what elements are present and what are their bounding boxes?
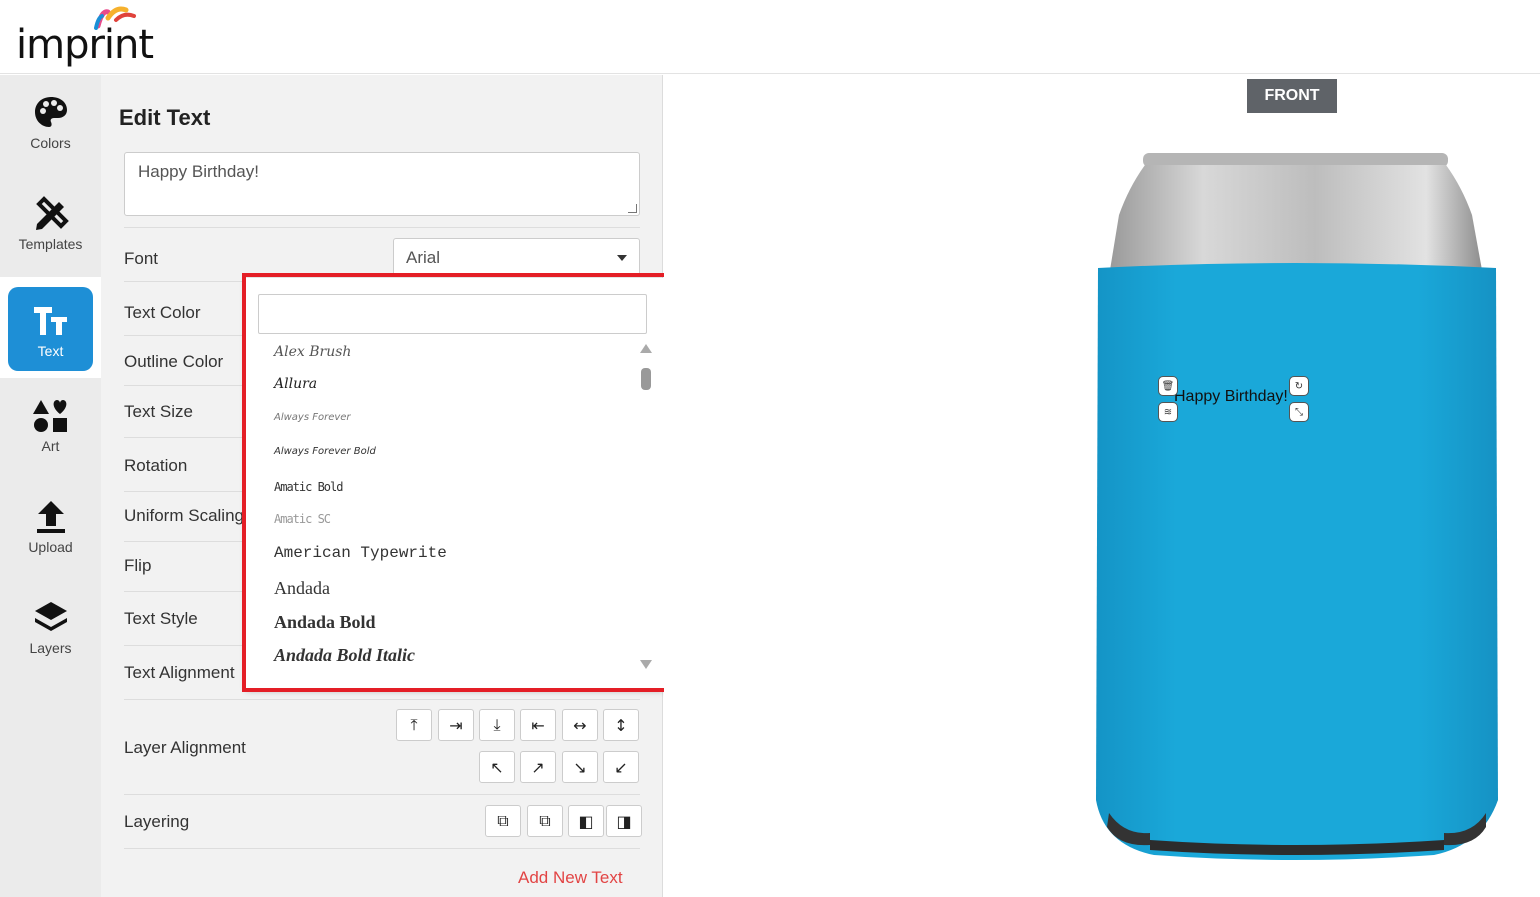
nav-art[interactable]: Art xyxy=(0,378,101,474)
layering-label: Layering xyxy=(124,812,190,831)
arrow-up-left-icon: ↖ xyxy=(490,757,504,777)
text-icon xyxy=(33,307,67,335)
layers-handle-icon[interactable]: ≋ xyxy=(1158,402,1178,422)
divider xyxy=(124,848,640,849)
text-alignment-label: Text Alignment xyxy=(124,663,235,682)
align-top-left-button[interactable]: ↖ xyxy=(479,751,515,783)
pencil-ruler-icon xyxy=(35,196,69,230)
nav-label: Art xyxy=(41,438,60,454)
resize-icon[interactable]: ⤡ xyxy=(1289,402,1309,422)
font-select-value: Arial xyxy=(406,248,441,267)
koozie-product-image xyxy=(1096,153,1498,860)
align-top-button[interactable]: ⤒ xyxy=(396,709,432,741)
layers-icon xyxy=(34,602,67,631)
palette-icon xyxy=(34,97,67,127)
scroll-up-arrow-icon[interactable] xyxy=(640,344,652,353)
nav-label: Text xyxy=(37,343,64,359)
align-left-icon: ⇤ xyxy=(531,715,545,735)
font-options-list: Alex Brush Allura Always Forever Always … xyxy=(258,340,638,682)
align-right-icon: ⇥ xyxy=(449,715,463,735)
shapes-icon xyxy=(32,400,67,432)
nav-upload[interactable]: Upload xyxy=(0,479,101,575)
font-option-alex-brush[interactable]: Alex Brush xyxy=(274,344,351,360)
align-left-button[interactable]: ⇤ xyxy=(520,709,556,741)
flip-label: Flip xyxy=(124,556,152,575)
align-top-icon: ⤒ xyxy=(410,715,418,734)
align-right-button[interactable]: ⇥ xyxy=(438,709,474,741)
send-back-icon: ◨ xyxy=(616,811,632,831)
design-canvas: FRONT Happy Birthday! 🗑 ≋ ↻ ⤡ xyxy=(664,75,1540,897)
resize-grip-icon[interactable] xyxy=(628,204,637,213)
tool-sidebar: Colors Templates Text Art Upload Layers xyxy=(0,75,101,897)
align-top-right-button[interactable]: ↗ xyxy=(520,751,556,783)
align-bottom-left-button[interactable]: ↙ xyxy=(603,751,639,783)
chevron-down-icon xyxy=(617,255,627,261)
upload-icon xyxy=(36,501,65,533)
font-option-american-typewrite[interactable]: American Typewrite xyxy=(274,544,447,562)
outline-color-label: Outline Color xyxy=(124,352,224,371)
arrows-horizontal-icon: ↔ xyxy=(573,715,587,735)
delete-icon[interactable]: 🗑 xyxy=(1158,376,1178,396)
send-backward-button[interactable]: ◧ xyxy=(568,805,604,837)
design-text-object[interactable]: Happy Birthday! xyxy=(1174,388,1288,406)
scrollbar-thumb[interactable] xyxy=(641,368,651,390)
nav-label: Upload xyxy=(28,539,73,555)
align-bottom-right-button[interactable]: ↘ xyxy=(562,751,598,783)
send-backward-icon: ◧ xyxy=(578,811,594,831)
layer-alignment-label: Layer Alignment xyxy=(124,738,246,757)
header: imprint xyxy=(0,0,1540,74)
bring-forward-icon: ⧉ xyxy=(539,811,551,830)
font-select[interactable]: Arial xyxy=(393,238,640,276)
scroll-down-arrow-icon[interactable] xyxy=(640,660,652,669)
nav-templates[interactable]: Templates xyxy=(0,176,101,272)
rotate-icon[interactable]: ↻ xyxy=(1289,376,1309,396)
logo-swoosh-icon xyxy=(94,6,136,30)
uniform-scaling-label: Uniform Scaling xyxy=(124,506,244,525)
center-vertical-button[interactable]: ↕ xyxy=(603,709,639,741)
add-new-text-link[interactable]: Add New Text xyxy=(518,868,623,888)
bring-to-front-button[interactable]: ⧉ xyxy=(485,805,521,837)
nav-label: Colors xyxy=(30,135,71,151)
imprint-logo[interactable]: imprint xyxy=(16,4,156,70)
font-option-amatic-sc[interactable]: Amatic SC xyxy=(274,512,331,526)
font-option-andada[interactable]: Andada xyxy=(274,578,330,599)
bring-front-icon: ⧉ xyxy=(497,811,509,830)
nav-text[interactable]: Text xyxy=(0,277,101,378)
send-to-back-button[interactable]: ◨ xyxy=(606,805,642,837)
font-search-input[interactable] xyxy=(258,294,647,334)
font-option-amatic-bold[interactable]: Amatic Bold xyxy=(274,480,343,494)
text-style-label: Text Style xyxy=(124,609,198,628)
rotation-label: Rotation xyxy=(124,456,188,475)
nav-layers[interactable]: Layers xyxy=(0,580,101,676)
text-size-label: Text Size xyxy=(124,402,193,421)
font-option-andada-bold[interactable]: Andada Bold xyxy=(274,612,376,633)
text-input-value: Happy Birthday! xyxy=(138,162,259,181)
font-dropdown: Alex Brush Allura Always Forever Always … xyxy=(246,278,664,689)
nav-label: Layers xyxy=(29,640,72,656)
text-input[interactable]: Happy Birthday! xyxy=(124,152,640,216)
arrow-up-right-icon: ↗ xyxy=(531,757,545,777)
font-option-allura[interactable]: Allura xyxy=(274,376,317,392)
arrows-vertical-icon: ↕ xyxy=(614,715,628,735)
nav-colors[interactable]: Colors xyxy=(0,75,101,171)
font-label: Font xyxy=(124,249,159,268)
arrow-down-left-icon: ↙ xyxy=(614,757,628,777)
panel-title: Edit Text xyxy=(119,105,211,130)
arrow-down-right-icon: ↘ xyxy=(573,757,587,777)
align-bottom-icon: ⤓ xyxy=(493,715,501,734)
nav-label: Templates xyxy=(18,236,83,252)
center-horizontal-button[interactable]: ↔ xyxy=(562,709,598,741)
font-option-always-forever[interactable]: Always Forever xyxy=(274,412,351,423)
font-option-andada-bold-italic[interactable]: Andada Bold Italic xyxy=(274,645,415,666)
font-option-always-forever-bold[interactable]: Always Forever Bold xyxy=(274,446,376,457)
bring-forward-button[interactable]: ⧉ xyxy=(527,805,563,837)
text-color-label: Text Color xyxy=(124,303,201,322)
align-bottom-button[interactable]: ⤓ xyxy=(479,709,515,741)
